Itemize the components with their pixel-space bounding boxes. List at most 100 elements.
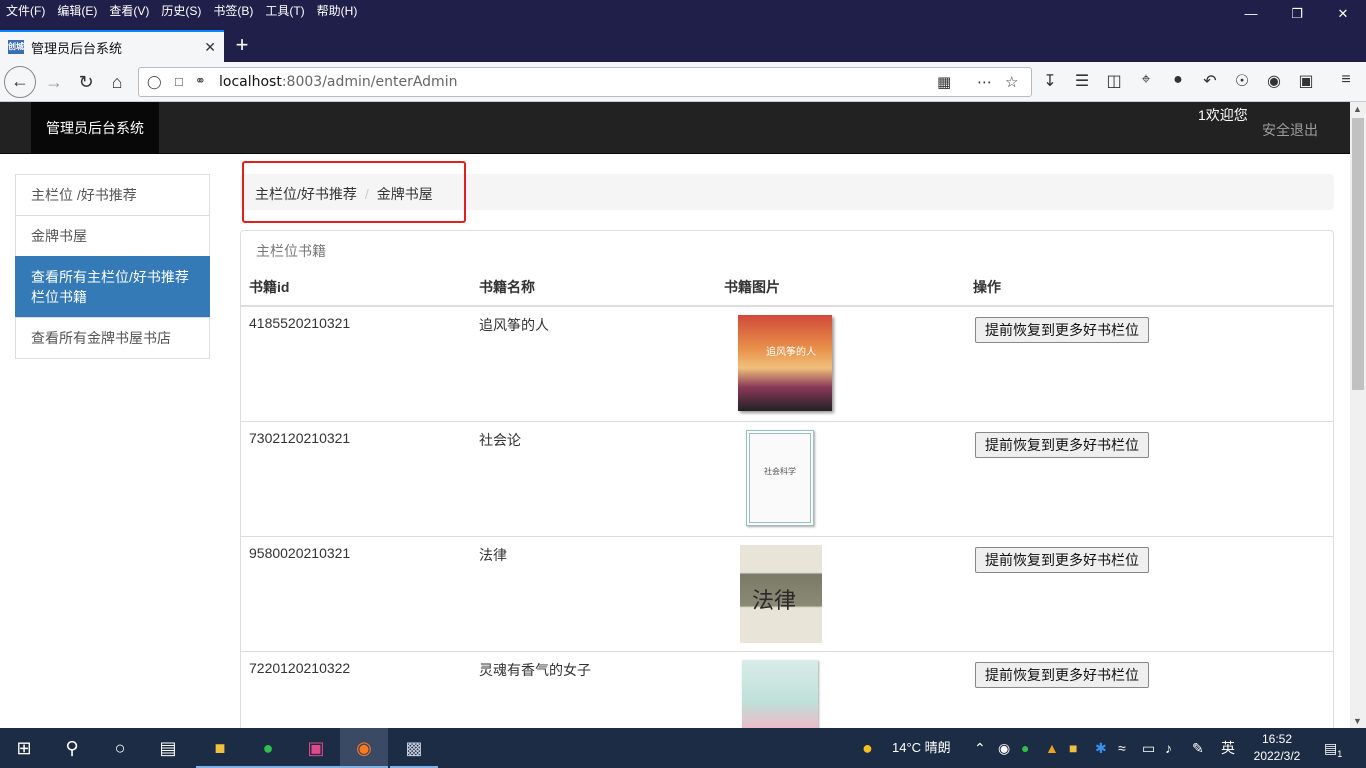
- navigation-bar: ← → ↻ ⌂ ◯ □ ⚭ localhost:8003/admin/enter…: [0, 62, 1366, 102]
- selenium-icon[interactable]: ▣: [1294, 71, 1318, 91]
- restore-button[interactable]: 提前恢复到更多好书栏位: [975, 661, 1149, 688]
- wifi-icon[interactable]: ≈: [1118, 728, 1126, 768]
- security-tray-icon[interactable]: ▲: [1045, 728, 1059, 768]
- weather-text[interactable]: 14°C 晴朗: [892, 728, 951, 768]
- cortana-icon[interactable]: ○: [96, 728, 144, 768]
- scrollbar-thumb[interactable]: [1352, 118, 1364, 390]
- url-path: :8003/admin/enterAdmin: [281, 74, 458, 90]
- tray-chevron-icon[interactable]: ⌃: [974, 728, 986, 768]
- extension-icon[interactable]: ◉: [1262, 71, 1286, 91]
- windows-start-icon[interactable]: ⊞: [0, 728, 48, 768]
- page-scrollbar[interactable]: ▲ ▼: [1350, 102, 1366, 728]
- restore-button[interactable]: 提前恢复到更多好书栏位: [975, 431, 1149, 458]
- account-icon[interactable]: ☉: [1230, 71, 1254, 91]
- library-icon[interactable]: ☰: [1070, 71, 1094, 91]
- key-icon[interactable]: ⚭: [195, 73, 206, 89]
- undo-icon[interactable]: ↶: [1198, 71, 1222, 91]
- panel-title: 主栏位书籍: [256, 243, 326, 259]
- restore-icon[interactable]: ❐: [1274, 0, 1320, 28]
- intellij-icon[interactable]: ▣: [292, 728, 340, 768]
- address-bar[interactable]: ◯ □ ⚭ localhost:8003/admin/enterAdmin ▦ …: [138, 67, 1032, 97]
- notification-count: 1: [1337, 748, 1343, 759]
- home-icon[interactable]: ⌂: [101, 66, 133, 98]
- highlight-annotation-box: [242, 161, 466, 223]
- wechat-icon[interactable]: ●: [244, 728, 292, 768]
- menu-tools[interactable]: 工具(T): [265, 2, 304, 19]
- sidebar-item-view-main-books[interactable]: 查看所有主栏位/好书推荐栏位书籍: [15, 256, 210, 318]
- menu-file[interactable]: 文件(F): [6, 2, 45, 19]
- sidebar-item-view-gold-stores[interactable]: 查看所有金牌书屋书店: [15, 317, 210, 359]
- url-host: localhost: [219, 74, 282, 90]
- browser-menubar: 文件(F) 编辑(E) 查看(V) 历史(S) 书签(B) 工具(T) 帮助(H…: [0, 0, 1366, 28]
- sidebar-item-main-column[interactable]: 主栏位 /好书推荐: [15, 174, 210, 216]
- table-row: 9580020210321 法律 法律 提前恢复到更多好书栏位: [241, 535, 1333, 651]
- new-tab-icon[interactable]: +: [230, 32, 254, 58]
- tab-bar: 创城 管理员后台系统 ✕ +: [0, 28, 1366, 62]
- action-cell: 提前恢复到更多好书栏位: [965, 305, 1333, 421]
- menu-help[interactable]: 帮助(H): [317, 2, 358, 19]
- book-name: 社会论: [471, 420, 716, 536]
- file-explorer-icon[interactable]: ■: [196, 728, 244, 768]
- ime-indicator[interactable]: 英: [1221, 728, 1235, 768]
- shield-icon[interactable]: ◯: [147, 74, 162, 90]
- brand-title[interactable]: 管理员后台系统: [31, 102, 159, 154]
- bluetooth-icon[interactable]: ✱: [1095, 728, 1107, 768]
- folder-tray-icon[interactable]: ■: [1069, 728, 1077, 768]
- scroll-down-icon[interactable]: ▼: [1353, 716, 1362, 726]
- sidebar-toggle-icon[interactable]: ◫: [1102, 71, 1126, 91]
- menu-view[interactable]: 查看(V): [109, 2, 149, 19]
- taskbar: ⊞ ⚲ ○ ▤ ■ ● ▣ ◉ ▩ ● 14°C 晴朗 ⌃ ◉ ● ▲ ■ ✱ …: [0, 728, 1366, 768]
- page-info-icon[interactable]: □: [175, 74, 183, 89]
- firefox-icon[interactable]: ◉: [340, 728, 388, 768]
- welcome-text: 1欢迎您: [1198, 107, 1248, 123]
- menu-edit[interactable]: 编辑(E): [57, 2, 97, 19]
- book-name: 追风筝的人: [471, 305, 716, 421]
- clock-time: 16:52: [1261, 732, 1293, 746]
- download-icon[interactable]: ↧: [1038, 71, 1062, 91]
- bookmark-star-icon[interactable]: ☆: [1005, 73, 1018, 91]
- restore-button[interactable]: 提前恢复到更多好书栏位: [975, 546, 1149, 573]
- app-header: 管理员后台系统 1欢迎您 安全退出: [0, 102, 1350, 154]
- qr-code-icon[interactable]: ▦: [937, 73, 951, 91]
- battery-icon[interactable]: ▭: [1142, 728, 1155, 768]
- pen-icon[interactable]: ✎: [1192, 728, 1204, 768]
- action-cell: 提前恢复到更多好书栏位: [965, 535, 1333, 651]
- cover-title: 社会科学: [764, 466, 796, 476]
- clock[interactable]: 16:52 2022/3/2: [1248, 731, 1306, 765]
- task-view-icon[interactable]: ▤: [144, 728, 192, 768]
- close-tab-icon[interactable]: ✕: [204, 39, 216, 56]
- minimize-icon[interactable]: —: [1228, 0, 1274, 28]
- chat-icon[interactable]: ●: [1166, 71, 1190, 89]
- favicon-icon: 创城: [8, 40, 24, 54]
- books-table: 书籍id 书籍名称 书籍图片 操作 4185520210321 追风筝的人 追风…: [241, 269, 1333, 766]
- logout-link[interactable]: 安全退出: [1262, 120, 1318, 140]
- table-header-row: 书籍id 书籍名称 书籍图片 操作: [241, 269, 1333, 307]
- qq-tray-icon[interactable]: ◉: [998, 728, 1010, 768]
- column-header-id: 书籍id: [241, 269, 471, 307]
- forward-icon[interactable]: →: [38, 66, 70, 98]
- book-id: 4185520210321: [241, 305, 471, 421]
- restore-button[interactable]: 提前恢复到更多好书栏位: [975, 317, 1149, 343]
- scroll-up-icon[interactable]: ▲: [1353, 104, 1362, 114]
- column-header-name: 书籍名称: [471, 269, 716, 307]
- more-actions-icon[interactable]: ⋯: [977, 73, 992, 91]
- browser-tab[interactable]: 创城 管理员后台系统 ✕: [0, 30, 224, 62]
- volume-icon[interactable]: ♪: [1165, 728, 1172, 768]
- window-app-icon[interactable]: ▩: [390, 728, 438, 768]
- tab-title: 管理员后台系统: [31, 40, 123, 56]
- close-window-icon[interactable]: ✕: [1320, 0, 1366, 28]
- book-id: 7302120210321: [241, 420, 471, 536]
- menu-bookmarks[interactable]: 书签(B): [213, 2, 253, 19]
- screenshot-icon[interactable]: ⌖: [1134, 71, 1158, 89]
- hamburger-menu-icon[interactable]: ≡: [1334, 71, 1358, 89]
- book-image-cell: 社会科学: [716, 420, 965, 536]
- sidebar-item-gold-bookstore[interactable]: 金牌书屋: [15, 215, 210, 257]
- back-icon[interactable]: ←: [4, 66, 36, 98]
- reload-icon[interactable]: ↻: [70, 66, 102, 98]
- menu-history[interactable]: 历史(S): [161, 2, 201, 19]
- wechat-tray-icon[interactable]: ●: [1021, 728, 1029, 768]
- table-row: 4185520210321 追风筝的人 追风筝的人 提前恢复到更多好书栏位: [241, 305, 1333, 421]
- search-icon[interactable]: ⚲: [48, 728, 96, 768]
- url-text[interactable]: localhost:8003/admin/enterAdmin: [219, 74, 457, 90]
- notification-icon[interactable]: ▤1: [1324, 728, 1342, 768]
